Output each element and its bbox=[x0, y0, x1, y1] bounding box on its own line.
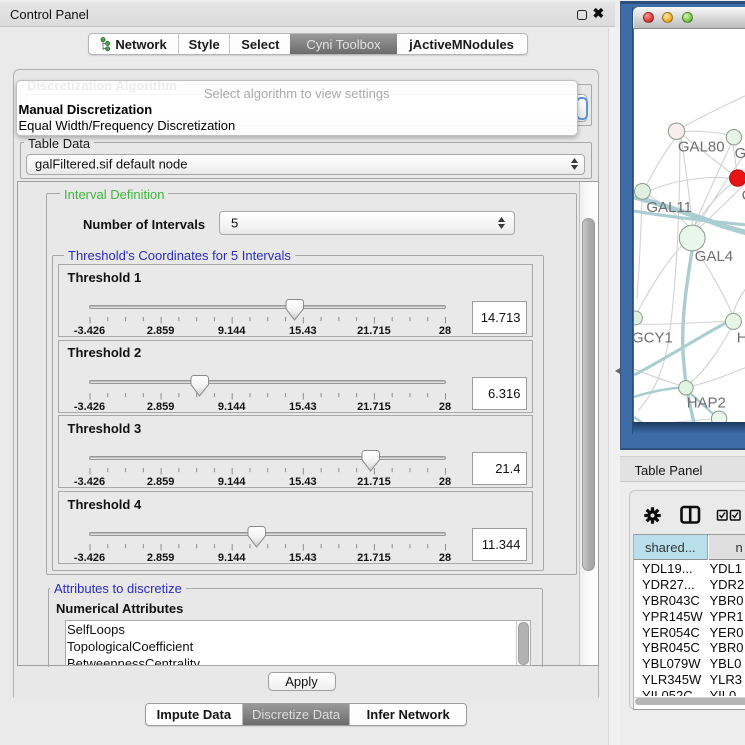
svg-text:H: H bbox=[736, 329, 745, 346]
svg-text:GAL11: GAL11 bbox=[646, 199, 692, 216]
svg-text:G.: G. bbox=[734, 145, 745, 162]
svg-text:GAL80: GAL80 bbox=[677, 138, 724, 155]
svg-text:HAP2: HAP2 bbox=[686, 394, 725, 411]
svg-text:GAL4: GAL4 bbox=[694, 248, 732, 265]
svg-text:C: C bbox=[741, 187, 745, 204]
svg-text:GCY1: GCY1 bbox=[634, 329, 673, 346]
